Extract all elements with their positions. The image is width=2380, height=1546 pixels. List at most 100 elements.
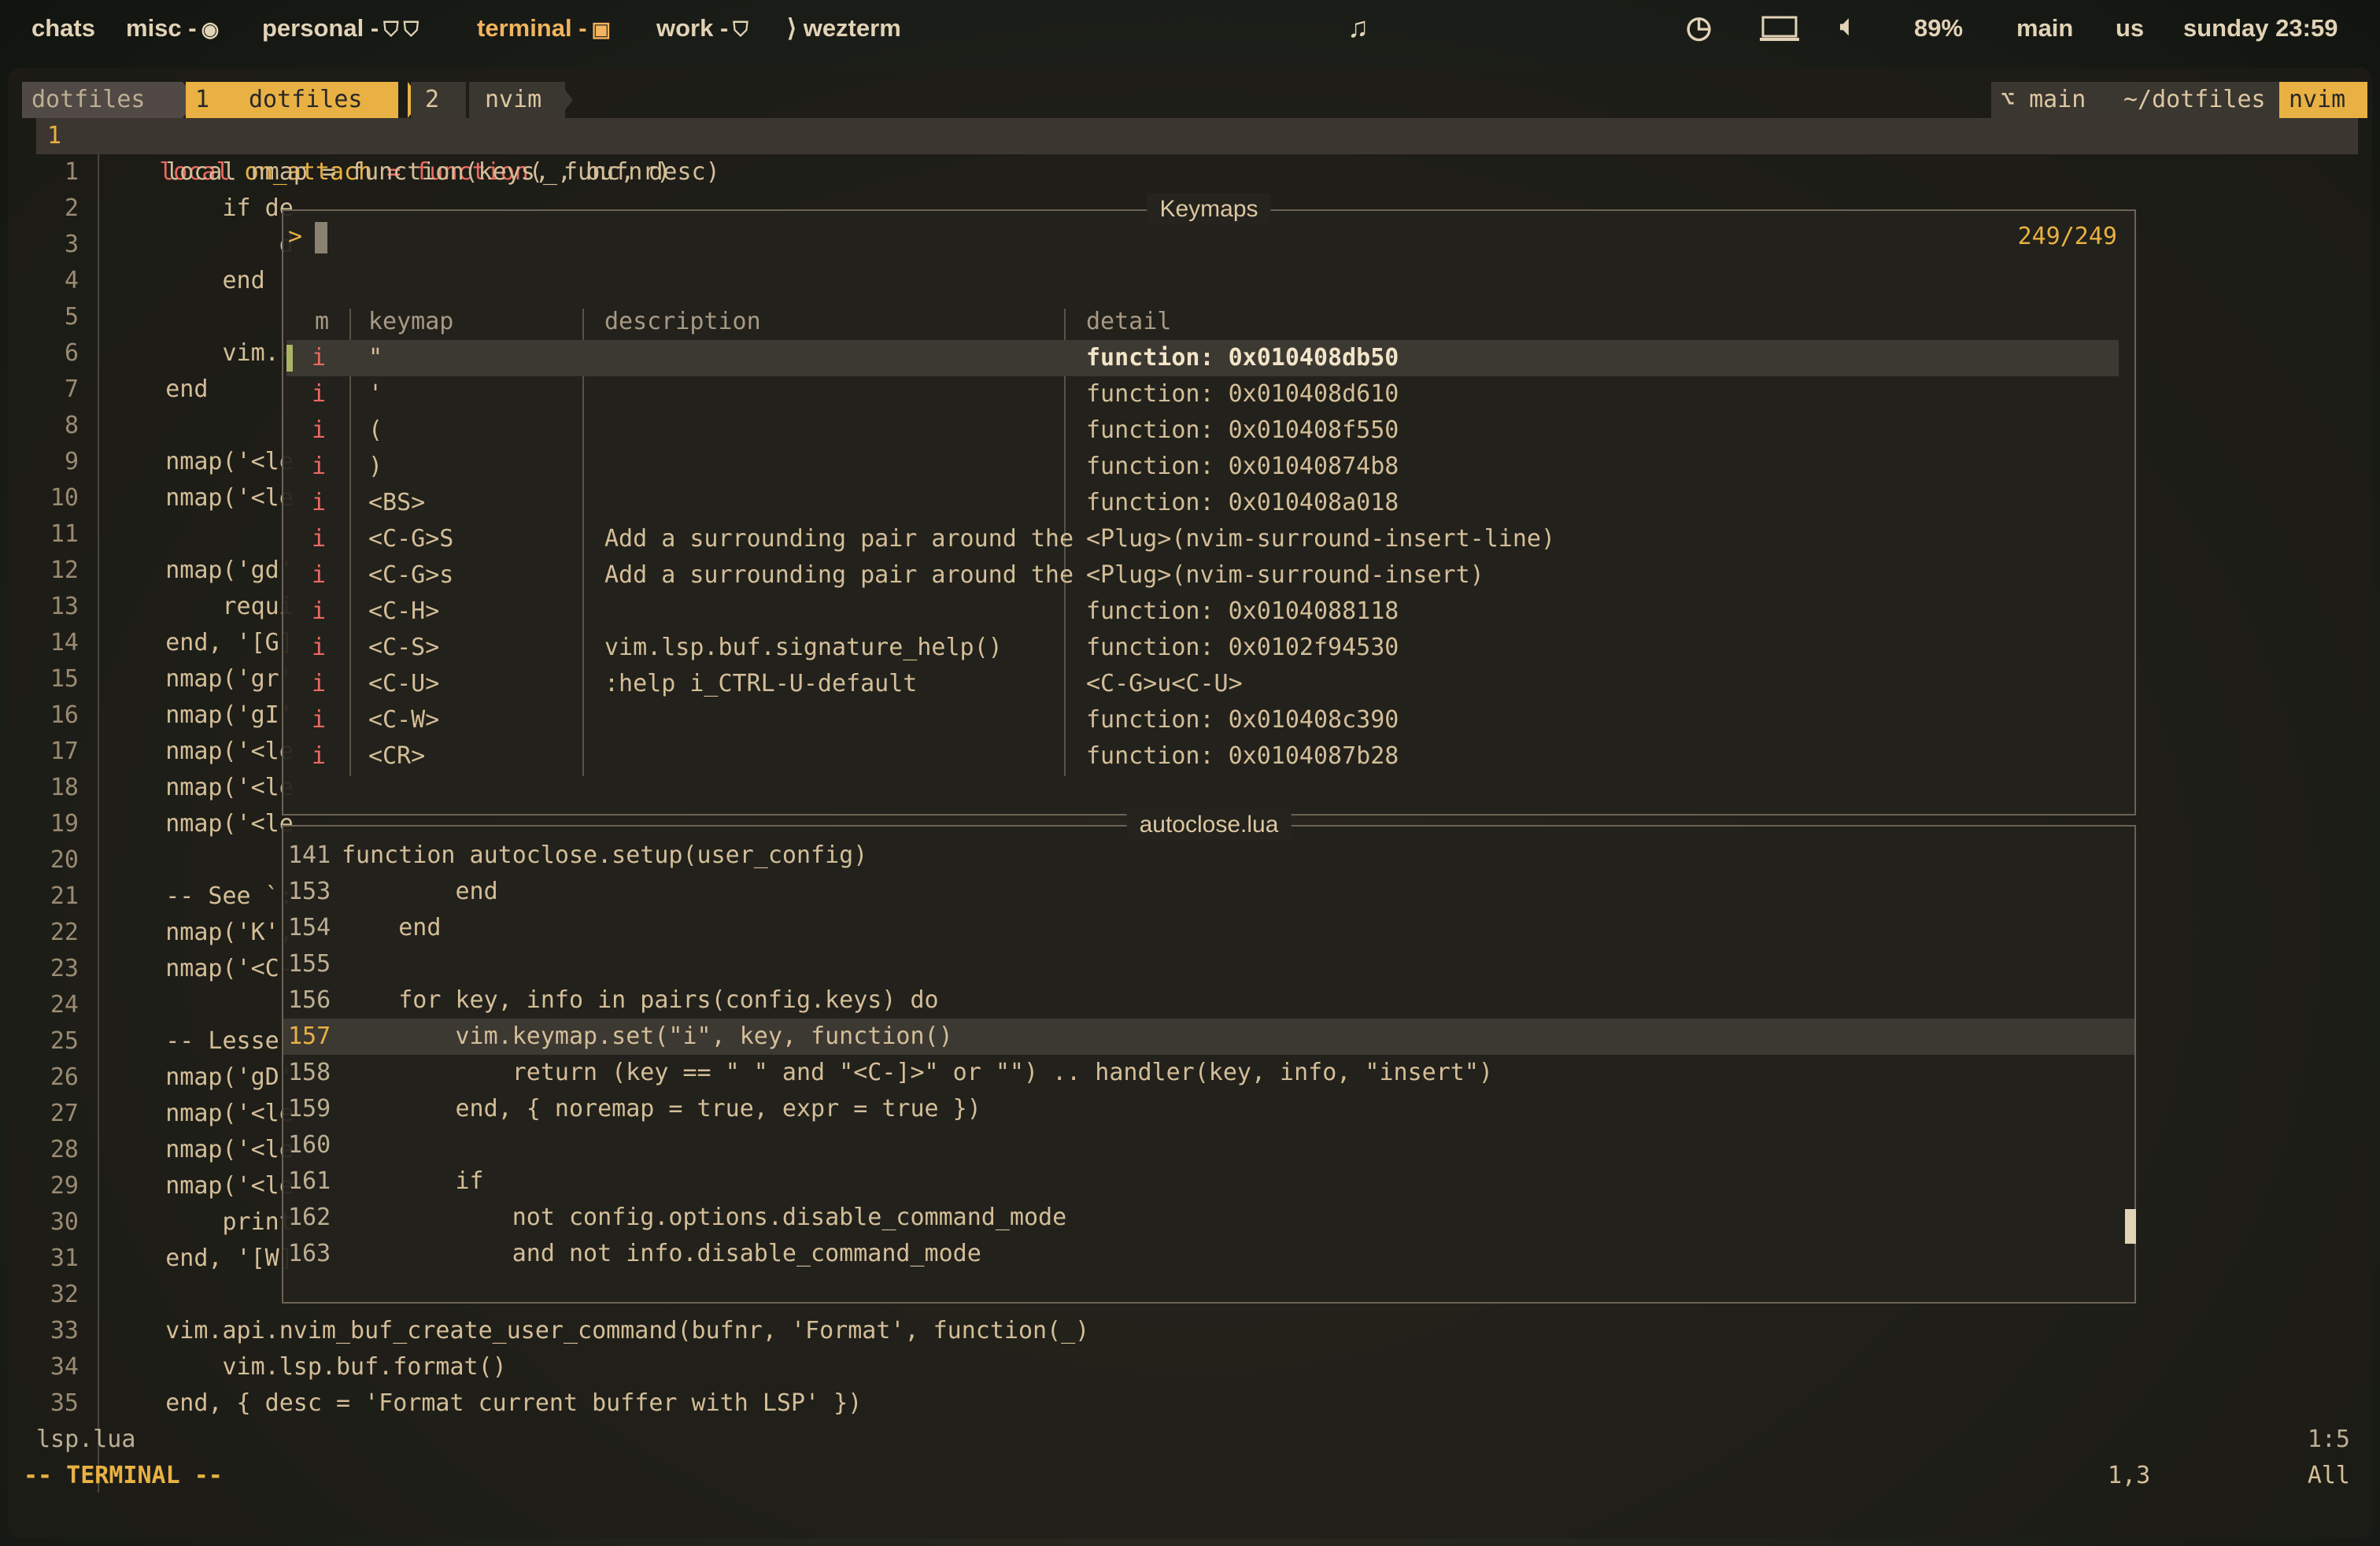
header-description: description [604,308,761,335]
code-line[interactable]: nmap('<le [109,1168,294,1204]
workspace-terminal[interactable]: terminal - ▣ [477,14,611,43]
code-line[interactable]: nmap('gd' [109,553,294,589]
keymap-key: <C-S> [368,634,440,661]
code-line[interactable]: vim.lsp.buf.format() [109,1349,506,1385]
code-line[interactable]: print [109,1204,293,1241]
line-number: 31 [50,1245,79,1272]
preview-line-number: 163 [288,1240,331,1267]
code-line[interactable]: nmap('<le [109,444,294,480]
preview-line-number: 154 [288,914,331,941]
scroll-position: All [2307,1462,2350,1489]
workspace-misc[interactable]: misc - ◉ [126,14,219,43]
preview-code-line: and not info.disable_command_mode [342,1240,981,1267]
clock-icon[interactable]: ◷ [1686,9,1712,45]
line-number: 3 [64,231,79,258]
preview-line-number: 156 [288,986,331,1014]
code-line[interactable]: nmap('<C- [109,951,294,987]
keymap-detail: function: 0x010408d610 [1086,380,1399,408]
code-line[interactable]: nmap('<le [109,1132,294,1168]
code-line[interactable]: d [109,227,294,263]
header-detail: detail [1086,308,1172,335]
shield-icon: ⛉ [383,17,399,41]
keymap-key: <C-W> [368,706,440,734]
tab-dotfiles[interactable]: dotfiles [230,82,398,118]
keymap-description: Add a surrounding pair around the [604,525,1074,553]
tab-number-1[interactable]: 1 [186,82,230,118]
clock-datetime[interactable]: sunday 23:59 [2183,14,2338,43]
keymap-key: ' [368,380,383,408]
code-line[interactable]: -- See `: [109,878,294,915]
keymap-key: ) [368,453,383,480]
keymaps-title: Keymaps [1147,194,1271,225]
line-number: 25 [50,1027,79,1055]
tab-dotfiles-root[interactable]: dotfiles [22,82,183,118]
preview-code-line: end [342,914,442,941]
keymaps-picker[interactable]: Keymaps > 249/249 m keymap description d… [282,194,2136,816]
code-line[interactable]: nmap('<le [109,734,294,770]
keymap-mode: i [312,742,327,770]
keymap-detail: function: 0x0104088118 [1086,597,1399,625]
result-count: 249/249 [2017,223,2117,250]
line-number: 11 [50,520,79,548]
code-line[interactable]: requi [109,589,293,625]
code-line[interactable]: nmap('gI' [109,697,294,734]
preview-code-line: for key, info in pairs(config.keys) do [342,986,939,1014]
line-number: 19 [50,810,79,838]
line-number: 8 [64,412,79,439]
system-top-bar: chats misc - ◉ personal - ⛉ ⛉ terminal - ▣ w… [0,0,2380,61]
preview-line-number: 162 [288,1204,331,1231]
preview-line-number: 160 [288,1131,331,1159]
code-line[interactable]: end, '[G] [109,625,294,661]
code-line[interactable]: nmap('gr' [109,661,294,697]
keymap-mode: i [312,561,327,589]
code-line[interactable]: nmap('K', [109,915,294,951]
active-window-title: ⟩ wezterm [787,14,901,42]
gutter-divider [98,154,99,1492]
code-line[interactable]: nmap('gD' [109,1060,294,1096]
keymap-key: <C-U> [368,670,440,697]
keymap-mode: i [312,670,327,697]
preview-window[interactable]: autoclose.lua 141 function autoclose.setu… [282,809,2136,1304]
search-input[interactable] [315,222,327,253]
keymap-detail: function: 0x010408a018 [1086,489,1399,516]
preview-code-line: vim.keymap.set("i", key, function() [342,1023,953,1050]
code-line[interactable]: end [109,263,264,299]
tab-number-2[interactable]: 2 [411,82,466,118]
keymap-mode: i [312,344,327,372]
keymap-mode: i [312,525,327,553]
code-line[interactable]: nmap('<le [109,1096,294,1132]
app-segment: nvim [2279,82,2367,118]
workspace-chats[interactable]: chats [31,14,95,43]
selection-marker [286,345,293,372]
code-line[interactable]: nmap('<le [109,770,294,806]
line-number: 21 [50,882,79,910]
code-line[interactable]: nmap('<le [109,480,294,516]
tab-nvim[interactable]: nvim [469,82,565,118]
keymap-key: <C-G>S [368,525,454,553]
keymap-key: " [368,344,383,372]
keymap-detail: function: 0x0102f94530 [1086,634,1399,661]
keymap-key: <C-G>s [368,561,454,589]
workspace-personal[interactable]: personal - ⛉ ⛉ [262,14,419,43]
code-line[interactable]: end [109,372,208,408]
code-line[interactable]: -- Lesser [109,1023,294,1060]
line-number: 23 [50,955,79,982]
line-number: 12 [50,557,79,584]
keymap-mode: i [312,416,327,444]
code-line[interactable]: end, { desc = 'Format current buffer wit… [109,1385,862,1422]
terminal-window[interactable]: dotfiles 1 dotfiles 2 nvim ⌥ main ~/dotf… [8,68,2372,1538]
code-line[interactable]: if de [109,190,293,227]
scrollbar-thumb[interactable] [2125,1209,2136,1244]
line-number: 14 [50,629,79,656]
code-line[interactable]: local nmap = function(keys, func, desc) [109,154,719,190]
keyboard-layout[interactable]: us [2116,14,2144,43]
code-line[interactable]: nmap('<le [109,806,294,842]
code-line[interactable]: vim.api.nvim_buf_create_user_command(buf… [109,1313,1089,1349]
music-note-icon[interactable]: ♫ [1347,11,1369,44]
cursor-position: 1,3 [2108,1462,2151,1489]
workspace-work[interactable]: work - ⛉ [656,14,748,43]
volume-icon[interactable]: 🔈︎ [1840,11,1856,42]
laptop-icon[interactable] [1758,14,1801,49]
code-line[interactable]: end, '[W] [109,1241,294,1277]
code-line[interactable]: vim.k [109,335,293,372]
